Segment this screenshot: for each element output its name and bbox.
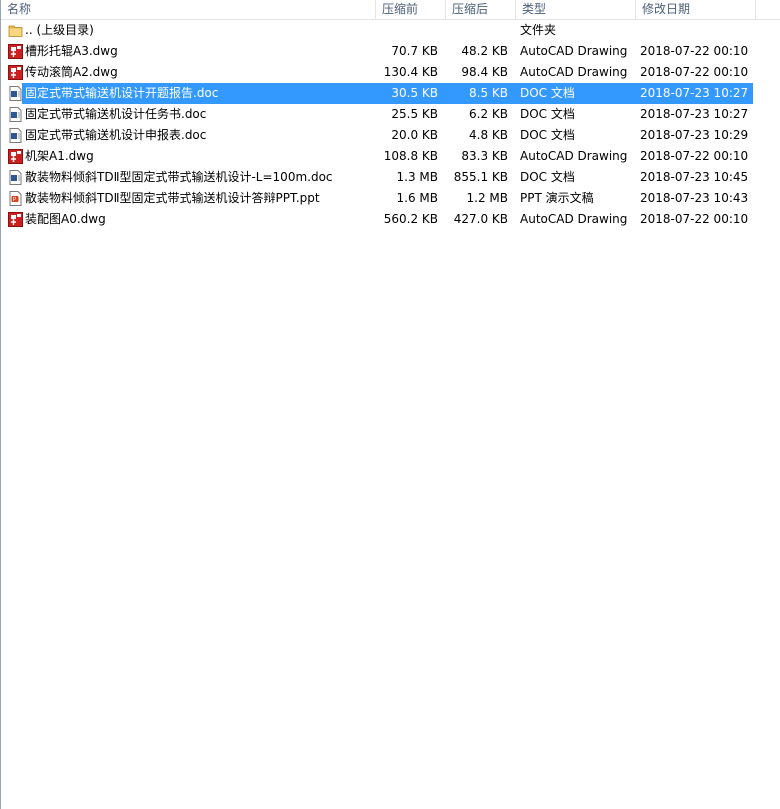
file-size-after: 1.2 MB bbox=[466, 191, 508, 205]
column-header-name[interactable]: 名称 bbox=[1, 0, 376, 19]
file-type: AutoCAD Drawing bbox=[520, 65, 628, 79]
file-name: 槽形托辊A3.dwg bbox=[25, 44, 118, 58]
ppt-file-icon: P bbox=[8, 191, 23, 206]
file-size-after: 83.3 KB bbox=[461, 149, 508, 163]
file-size-after: 48.2 KB bbox=[461, 44, 508, 58]
column-header-type[interactable]: 类型 bbox=[516, 0, 636, 19]
file-type: DOC 文档 bbox=[520, 128, 575, 142]
file-name: 装配图A0.dwg bbox=[25, 212, 106, 226]
column-header: 名称 压缩前 压缩后 类型 修改日期 bbox=[1, 0, 780, 20]
file-row[interactable]: 固定式带式输送机设计开题报告.doc 30.5 KB 8.5 KB DOC 文档 201… bbox=[1, 83, 780, 104]
file-size-before: 108.8 KB bbox=[383, 149, 438, 163]
file-list: .. (上级目录) 文件夹槽形托辊A3.dwg 70.7 KB 48.2 KB Auto… bbox=[1, 20, 780, 230]
file-row[interactable]: 机架A1.dwg 108.8 KB 83.3 KB AutoCAD Drawing 20… bbox=[1, 146, 780, 167]
file-modified-date: 2018-07-23 10:27 bbox=[640, 86, 749, 100]
file-modified-date: 2018-07-23 10:45 bbox=[640, 170, 749, 184]
file-name: 机架A1.dwg bbox=[25, 149, 94, 163]
file-type: AutoCAD Drawing bbox=[520, 149, 628, 163]
file-name: 散装物料倾斜TDⅡ型固定式带式输送机设计-L=100m.doc bbox=[25, 170, 333, 184]
file-modified-date: 2018-07-23 10:27 bbox=[640, 107, 749, 121]
dwg-file-icon bbox=[8, 44, 23, 59]
file-row[interactable]: 固定式带式输送机设计申报表.doc 20.0 KB 4.8 KB DOC 文档 2018… bbox=[1, 125, 780, 146]
column-header-original[interactable]: 压缩后 bbox=[446, 0, 516, 19]
file-row[interactable]: 装配图A0.dwg 560.2 KB 427.0 KB AutoCAD Drawing… bbox=[1, 209, 780, 230]
file-row[interactable]: 槽形托辊A3.dwg 70.7 KB 48.2 KB AutoCAD Drawing 2… bbox=[1, 41, 780, 62]
file-size-after: 98.4 KB bbox=[461, 65, 508, 79]
file-size-before: 20.0 KB bbox=[391, 128, 438, 142]
file-size-before: 560.2 KB bbox=[383, 212, 438, 226]
file-name: 散装物料倾斜TDⅡ型固定式带式输送机设计答辩PPT.ppt bbox=[25, 191, 320, 205]
dwg-file-icon bbox=[8, 149, 23, 164]
file-size-after: 8.5 KB bbox=[469, 86, 508, 100]
dwg-file-icon bbox=[8, 212, 23, 227]
file-modified-date: 2018-07-23 10:29 bbox=[640, 128, 749, 142]
file-name: 固定式带式输送机设计开题报告.doc bbox=[25, 86, 219, 100]
column-header-modified[interactable]: 修改日期 bbox=[636, 0, 756, 19]
file-row[interactable]: P 散装物料倾斜TDⅡ型固定式带式输送机设计答辩PPT.ppt 1.6 MB 1.2 … bbox=[1, 188, 780, 209]
file-size-after: 4.8 KB bbox=[469, 128, 508, 142]
file-modified-date: 2018-07-23 10:43 bbox=[640, 191, 749, 205]
file-size-after: 427.0 KB bbox=[453, 212, 508, 226]
file-modified-date: 2018-07-22 00:10 bbox=[640, 149, 749, 163]
file-modified-date: 2018-07-22 00:10 bbox=[640, 44, 749, 58]
file-name: 传动滚筒A2.dwg bbox=[25, 65, 118, 79]
file-type: DOC 文档 bbox=[520, 86, 575, 100]
doc-file-icon bbox=[8, 128, 23, 143]
dwg-file-icon bbox=[8, 65, 23, 80]
column-header-compressed[interactable]: 压缩前 bbox=[376, 0, 446, 19]
file-name: .. (上级目录) bbox=[25, 23, 94, 37]
file-row[interactable]: 散装物料倾斜TDⅡ型固定式带式输送机设计-L=100m.doc 1.3 MB 855… bbox=[1, 167, 780, 188]
file-name: 固定式带式输送机设计申报表.doc bbox=[25, 128, 207, 142]
file-modified-date: 2018-07-22 00:10 bbox=[640, 212, 749, 226]
file-size-before: 1.3 MB bbox=[396, 170, 438, 184]
file-size-before: 130.4 KB bbox=[383, 65, 438, 79]
doc-file-icon bbox=[8, 107, 23, 122]
file-row[interactable]: 传动滚筒A2.dwg 130.4 KB 98.4 KB AutoCAD Drawing… bbox=[1, 62, 780, 83]
file-row[interactable]: 固定式带式输送机设计任务书.doc 25.5 KB 6.2 KB DOC 文档 2018… bbox=[1, 104, 780, 125]
file-name: 固定式带式输送机设计任务书.doc bbox=[25, 107, 207, 121]
file-type: AutoCAD Drawing bbox=[520, 44, 628, 58]
file-type: PPT 演示文稿 bbox=[520, 191, 594, 205]
doc-file-icon bbox=[8, 170, 23, 185]
file-size-after: 855.1 KB bbox=[453, 170, 508, 184]
file-size-before: 70.7 KB bbox=[391, 44, 438, 58]
column-divider[interactable] bbox=[755, 0, 756, 19]
file-type: 文件夹 bbox=[520, 23, 557, 37]
file-size-before: 25.5 KB bbox=[391, 107, 438, 121]
file-type: DOC 文档 bbox=[520, 170, 575, 184]
file-modified-date: 2018-07-22 00:10 bbox=[640, 65, 749, 79]
folder-icon bbox=[8, 23, 23, 38]
file-type: DOC 文档 bbox=[520, 107, 575, 121]
file-size-after: 6.2 KB bbox=[469, 107, 508, 121]
file-size-before: 30.5 KB bbox=[391, 86, 438, 100]
doc-file-icon bbox=[8, 86, 23, 101]
file-size-before: 1.6 MB bbox=[396, 191, 438, 205]
file-row[interactable]: .. (上级目录) 文件夹 bbox=[1, 20, 780, 41]
file-type: AutoCAD Drawing bbox=[520, 212, 628, 226]
